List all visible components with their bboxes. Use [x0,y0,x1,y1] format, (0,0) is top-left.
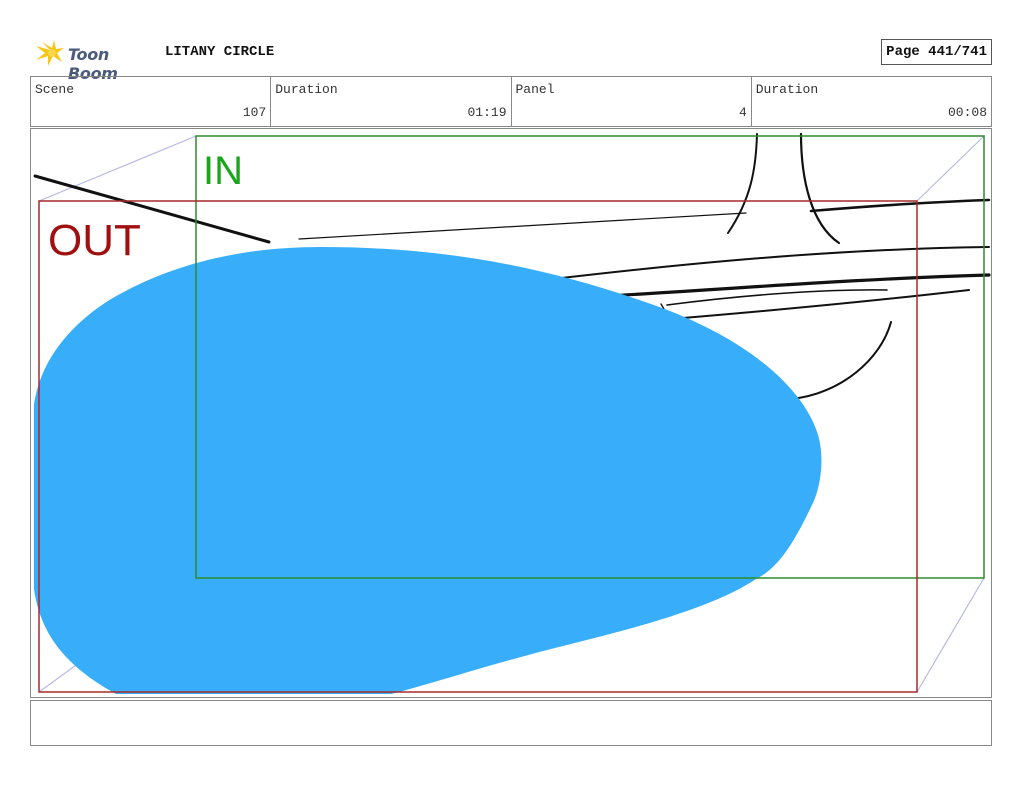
scene-duration-label: Duration [275,82,338,97]
toon-boom-logo: Toon Boom [32,36,157,83]
page-indicator: Page 441/741 [881,39,992,65]
scene-label: Scene [35,82,75,97]
camera-guide-top-left [38,135,197,202]
panel-duration-cell: Duration 00:08 [752,77,991,126]
storyboard-header: Toon Boom LITANY CIRCLE Page 441/741 [30,32,992,83]
in-label: IN [203,149,243,193]
star-burst-icon [36,40,64,66]
storyboard-panel[interactable]: IN OUT [30,128,992,698]
panel-duration-label: Duration [755,82,819,97]
panel-drawing: IN OUT [33,132,991,694]
panel-notes-box[interactable] [30,700,992,746]
panel-label: Panel [515,82,555,97]
scene-duration-cell: Duration 01:19 [271,77,512,126]
panel-cell: Panel 4 [512,77,752,126]
scene-duration-value: 01:19 [467,105,507,120]
camera-guide-top-right [916,135,985,202]
panel-info-row: Scene 107 Duration 01:19 Panel 4 Duratio… [30,76,992,127]
camera-guide-bottom-right [916,577,985,693]
scene-value: 107 [242,105,267,120]
panel-duration-value: 00:08 [947,105,987,120]
page-label: Page 441/741 [886,44,987,60]
out-label: OUT [48,216,141,265]
panel-value: 4 [738,105,747,120]
blue-character-shape[interactable] [34,247,822,694]
project-title: LITANY CIRCLE [165,44,275,60]
scene-cell: Scene 107 [31,77,272,126]
